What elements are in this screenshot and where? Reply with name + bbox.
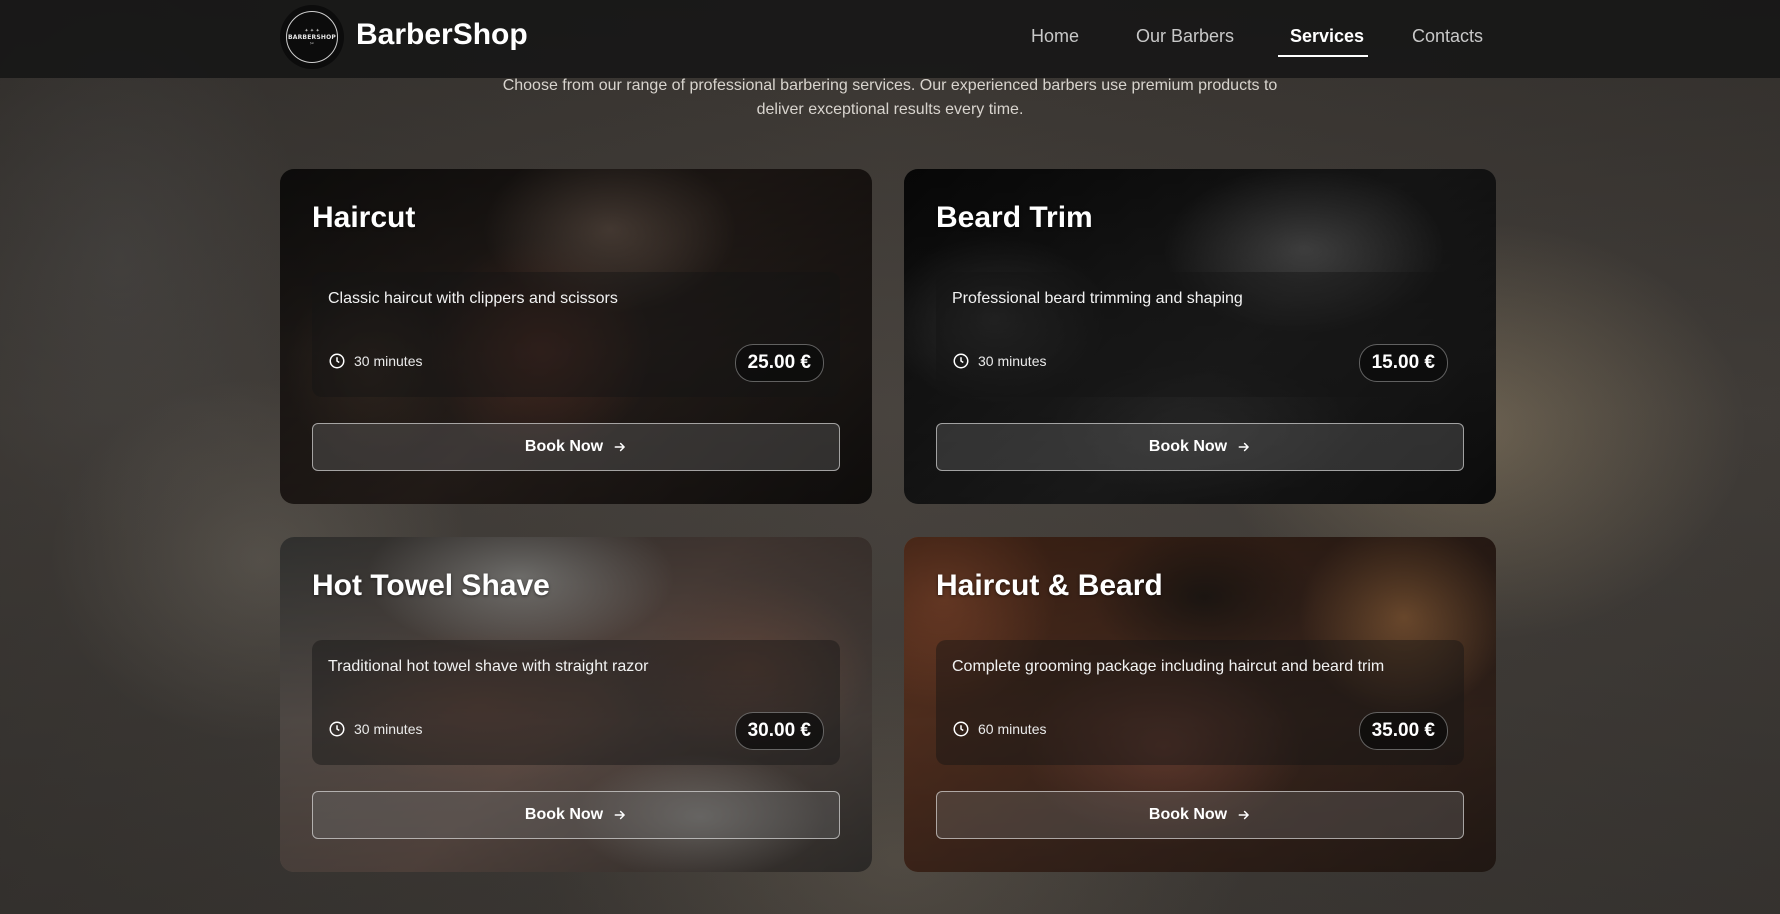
book-now-label: Book Now: [1148, 438, 1228, 455]
book-now-button[interactable]: Book Now: [312, 423, 840, 471]
nav-our-barbers[interactable]: Our Barbers: [1136, 26, 1234, 47]
arrow-right-icon: [614, 810, 625, 820]
service-card-hot-towel-shave: Hot Towel Shave Traditional hot towel sh…: [280, 537, 872, 872]
arrow-right-icon: [614, 442, 625, 452]
brand-name[interactable]: BarberShop: [356, 18, 528, 52]
price-badge: 35.00 €: [1358, 712, 1448, 750]
book-now-label: Book Now: [524, 438, 604, 455]
duration-text: 30 minutes: [354, 721, 423, 737]
nav-contacts[interactable]: Contacts: [1412, 26, 1483, 47]
service-card-haircut-and-beard: Haircut & Beard Complete grooming packag…: [904, 537, 1496, 872]
service-title: Haircut & Beard: [936, 569, 1163, 602]
book-now-label: Book Now: [1148, 806, 1228, 823]
clock-icon: [953, 721, 969, 737]
service-duration: 30 minutes: [328, 720, 422, 738]
logo[interactable]: ✦ ✦ ✦ BARBERSHOP ✂: [280, 5, 344, 69]
service-title: Hot Towel Shave: [312, 569, 550, 602]
navbar: ✦ ✦ ✦ BARBERSHOP ✂ BarberShop Home Our B…: [0, 0, 1780, 78]
service-duration: 30 minutes: [328, 352, 422, 370]
clock-icon: [953, 353, 969, 369]
service-description: Professional beard trimming and shaping: [952, 290, 1243, 307]
nav-services[interactable]: Services: [1290, 26, 1364, 47]
book-now-button[interactable]: Book Now: [936, 791, 1464, 839]
nav-active-indicator: [1278, 55, 1368, 57]
service-duration: 30 minutes: [952, 352, 1046, 370]
service-description: Complete grooming package including hair…: [952, 658, 1385, 675]
logo-text: BARBERSHOP: [288, 33, 336, 41]
arrow-right-icon: [1238, 810, 1249, 820]
book-now-label: Book Now: [524, 806, 604, 823]
arrow-right-icon: [1238, 442, 1249, 452]
nav-home[interactable]: Home: [1031, 26, 1079, 47]
service-title: Beard Trim: [936, 201, 1093, 234]
logo-ornament-bottom: ✂: [309, 40, 315, 47]
page-background: [0, 0, 1780, 914]
price-badge: 15.00 €: [1358, 344, 1448, 382]
price-badge: 25.00 €: [734, 344, 824, 382]
service-info: Classic haircut with clippers and scisso…: [312, 272, 840, 397]
duration-text: 60 minutes: [978, 721, 1047, 737]
service-info: Traditional hot towel shave with straigh…: [312, 640, 840, 765]
service-info: Complete grooming package including hair…: [936, 640, 1464, 765]
service-description: Traditional hot towel shave with straigh…: [328, 658, 649, 675]
service-description: Classic haircut with clippers and scisso…: [328, 290, 618, 307]
clock-icon: [329, 721, 345, 737]
duration-text: 30 minutes: [354, 353, 423, 369]
services-intro: Choose from our range of professional ba…: [502, 77, 1278, 118]
book-now-button[interactable]: Book Now: [312, 791, 840, 839]
service-card-beard-trim: Beard Trim Professional beard trimming a…: [904, 169, 1496, 504]
price-badge: 30.00 €: [734, 712, 824, 750]
service-title: Haircut: [312, 201, 416, 234]
duration-text: 30 minutes: [978, 353, 1047, 369]
logo-emblem: ✦ ✦ ✦ BARBERSHOP ✂: [286, 11, 338, 63]
clock-icon: [329, 353, 345, 369]
service-card-haircut: Haircut Classic haircut with clippers an…: [280, 169, 872, 504]
book-now-button[interactable]: Book Now: [936, 423, 1464, 471]
service-duration: 60 minutes: [952, 720, 1046, 738]
service-info: Professional beard trimming and shaping …: [936, 272, 1464, 397]
